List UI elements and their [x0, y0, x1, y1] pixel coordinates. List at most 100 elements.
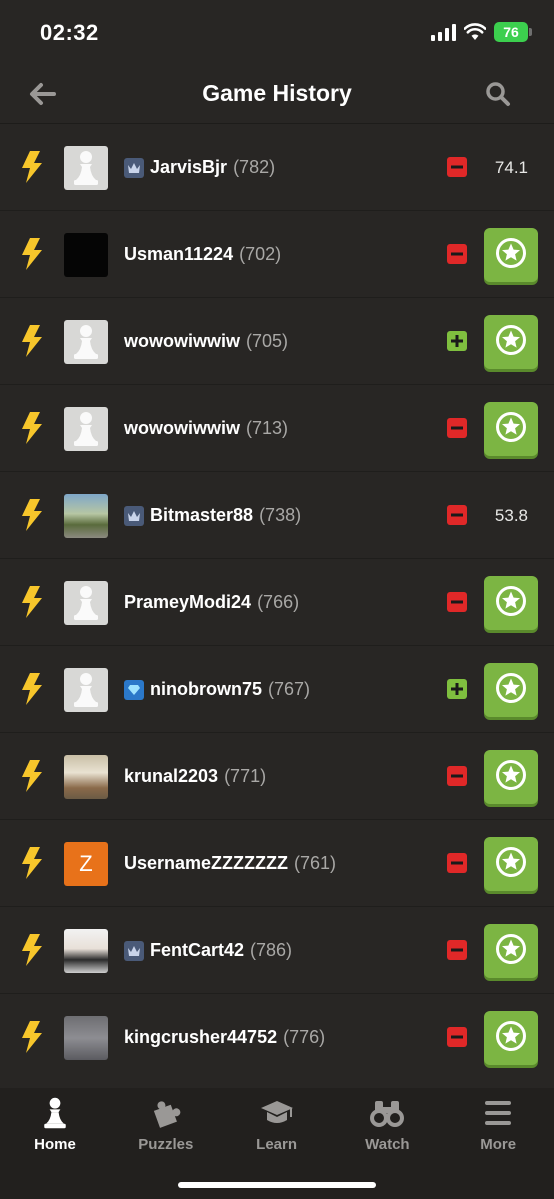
loss-result-icon — [447, 244, 467, 264]
opponent-rating: (702) — [239, 244, 282, 264]
puzzle-icon — [149, 1096, 183, 1130]
menu-icon — [481, 1096, 515, 1130]
player-info: UsernameZZZZZZZ (761) — [124, 820, 336, 907]
avatar[interactable]: Z — [64, 842, 108, 886]
opponent-username[interactable]: Bitmaster88 — [150, 505, 253, 526]
avatar[interactable] — [64, 494, 108, 538]
avatar[interactable] — [64, 1016, 108, 1060]
nav-item-watch[interactable]: Watch — [332, 1096, 442, 1160]
game-history-list: JarvisBjr (782) 74.1 Usman11224 (702) wowowiw… — [0, 124, 554, 1081]
nav-item-more[interactable]: More — [443, 1096, 553, 1160]
game-row[interactable]: FentCart42 (786) — [0, 907, 554, 994]
loss-result-icon — [447, 505, 467, 525]
avatar[interactable] — [64, 146, 108, 190]
accuracy-score[interactable]: 53.8 — [495, 472, 528, 559]
nav-item-puzzles[interactable]: Puzzles — [111, 1096, 221, 1160]
nav-label: Learn — [256, 1136, 298, 1153]
accuracy-score[interactable]: 74.1 — [495, 124, 528, 211]
game-row[interactable]: PrameyModi24 (766) — [0, 559, 554, 646]
game-review-button[interactable] — [484, 402, 538, 456]
game-row[interactable]: Bitmaster88 (738) 53.8 — [0, 472, 554, 559]
nav-item-home[interactable]: Home — [0, 1096, 110, 1160]
membership-diamond-icon — [124, 679, 144, 700]
avatar[interactable] — [64, 320, 108, 364]
avatar[interactable] — [64, 755, 108, 799]
binoculars-icon — [370, 1096, 405, 1130]
game-review-button[interactable] — [484, 315, 538, 369]
player-info: krunal2203 (771) — [124, 733, 266, 820]
review-star-icon — [495, 1020, 527, 1057]
opponent-rating: (705) — [246, 331, 289, 351]
opponent-rating: (767) — [268, 679, 311, 699]
status-time: 02:32 — [40, 20, 99, 45]
game-row[interactable]: kingcrusher44752 (776) — [0, 994, 554, 1081]
status-bar: 02:32 76 — [0, 0, 554, 62]
opponent-username[interactable]: krunal2203 — [124, 766, 218, 787]
search-button[interactable] — [478, 76, 518, 112]
game-review-button[interactable] — [484, 924, 538, 978]
membership-crown-icon — [124, 940, 144, 961]
game-review-button[interactable] — [484, 576, 538, 630]
game-row[interactable]: wowowiwwiw (713) — [0, 385, 554, 472]
blitz-bolt-icon — [20, 933, 44, 967]
cellular-signal-icon — [431, 23, 456, 41]
game-row[interactable]: Usman11224 (702) — [0, 211, 554, 298]
review-star-icon — [495, 411, 527, 448]
graduation-cap-icon — [260, 1096, 294, 1130]
opponent-rating: (713) — [246, 418, 289, 438]
blitz-bolt-icon — [20, 672, 44, 706]
loss-result-icon — [447, 853, 467, 873]
pawn-icon — [38, 1096, 72, 1130]
pawn-icon — [74, 325, 98, 359]
game-review-button[interactable] — [484, 750, 538, 804]
opponent-rating: (766) — [257, 592, 300, 612]
membership-crown-icon — [124, 505, 144, 526]
opponent-username[interactable]: wowowiwwiw — [124, 418, 240, 439]
home-indicator — [178, 1182, 376, 1188]
game-review-button[interactable] — [484, 1011, 538, 1065]
opponent-username[interactable]: Usman11224 — [124, 244, 233, 265]
player-info: Bitmaster88 (738) — [124, 472, 301, 559]
opponent-username[interactable]: PrameyModi24 — [124, 592, 251, 613]
loss-result-icon — [447, 157, 467, 177]
opponent-rating: (786) — [250, 940, 293, 960]
loss-result-icon — [447, 418, 467, 438]
opponent-username[interactable]: ninobrown75 — [150, 679, 262, 700]
game-review-button[interactable] — [484, 837, 538, 891]
game-row[interactable]: JarvisBjr (782) 74.1 — [0, 124, 554, 211]
loss-result-icon — [447, 1027, 467, 1047]
review-star-icon — [495, 759, 527, 796]
opponent-username[interactable]: wowowiwwiw — [124, 331, 240, 352]
game-row[interactable]: wowowiwwiw (705) — [0, 298, 554, 385]
pawn-icon — [74, 151, 98, 185]
game-row[interactable]: krunal2203 (771) — [0, 733, 554, 820]
opponent-username[interactable]: JarvisBjr — [150, 157, 227, 178]
win-result-icon — [447, 679, 467, 699]
opponent-rating: (761) — [294, 853, 337, 873]
avatar-letter: Z — [79, 851, 93, 876]
avatar[interactable] — [64, 581, 108, 625]
opponent-rating: (782) — [233, 157, 276, 177]
player-info: wowowiwwiw (713) — [124, 385, 288, 472]
nav-item-learn[interactable]: Learn — [222, 1096, 332, 1160]
nav-label: More — [480, 1136, 517, 1153]
player-info: Usman11224 (702) — [124, 211, 281, 298]
player-info: FentCart42 (786) — [124, 907, 292, 994]
avatar[interactable] — [64, 233, 108, 277]
opponent-username[interactable]: kingcrusher44752 — [124, 1027, 277, 1048]
avatar[interactable] — [64, 407, 108, 451]
blitz-bolt-icon — [20, 324, 44, 358]
game-row[interactable]: Z UsernameZZZZZZZ (761) — [0, 820, 554, 907]
avatar[interactable] — [64, 929, 108, 973]
game-review-button[interactable] — [484, 663, 538, 717]
review-star-icon — [495, 324, 527, 361]
game-review-button[interactable] — [484, 228, 538, 282]
game-row[interactable]: ninobrown75 (767) — [0, 646, 554, 733]
avatar[interactable] — [64, 668, 108, 712]
pawn-icon — [74, 673, 98, 707]
opponent-username[interactable]: UsernameZZZZZZZ — [124, 853, 288, 874]
blitz-bolt-icon — [20, 498, 44, 532]
opponent-username[interactable]: FentCart42 — [150, 940, 244, 961]
loss-result-icon — [447, 592, 467, 612]
header: Game History — [0, 62, 554, 124]
